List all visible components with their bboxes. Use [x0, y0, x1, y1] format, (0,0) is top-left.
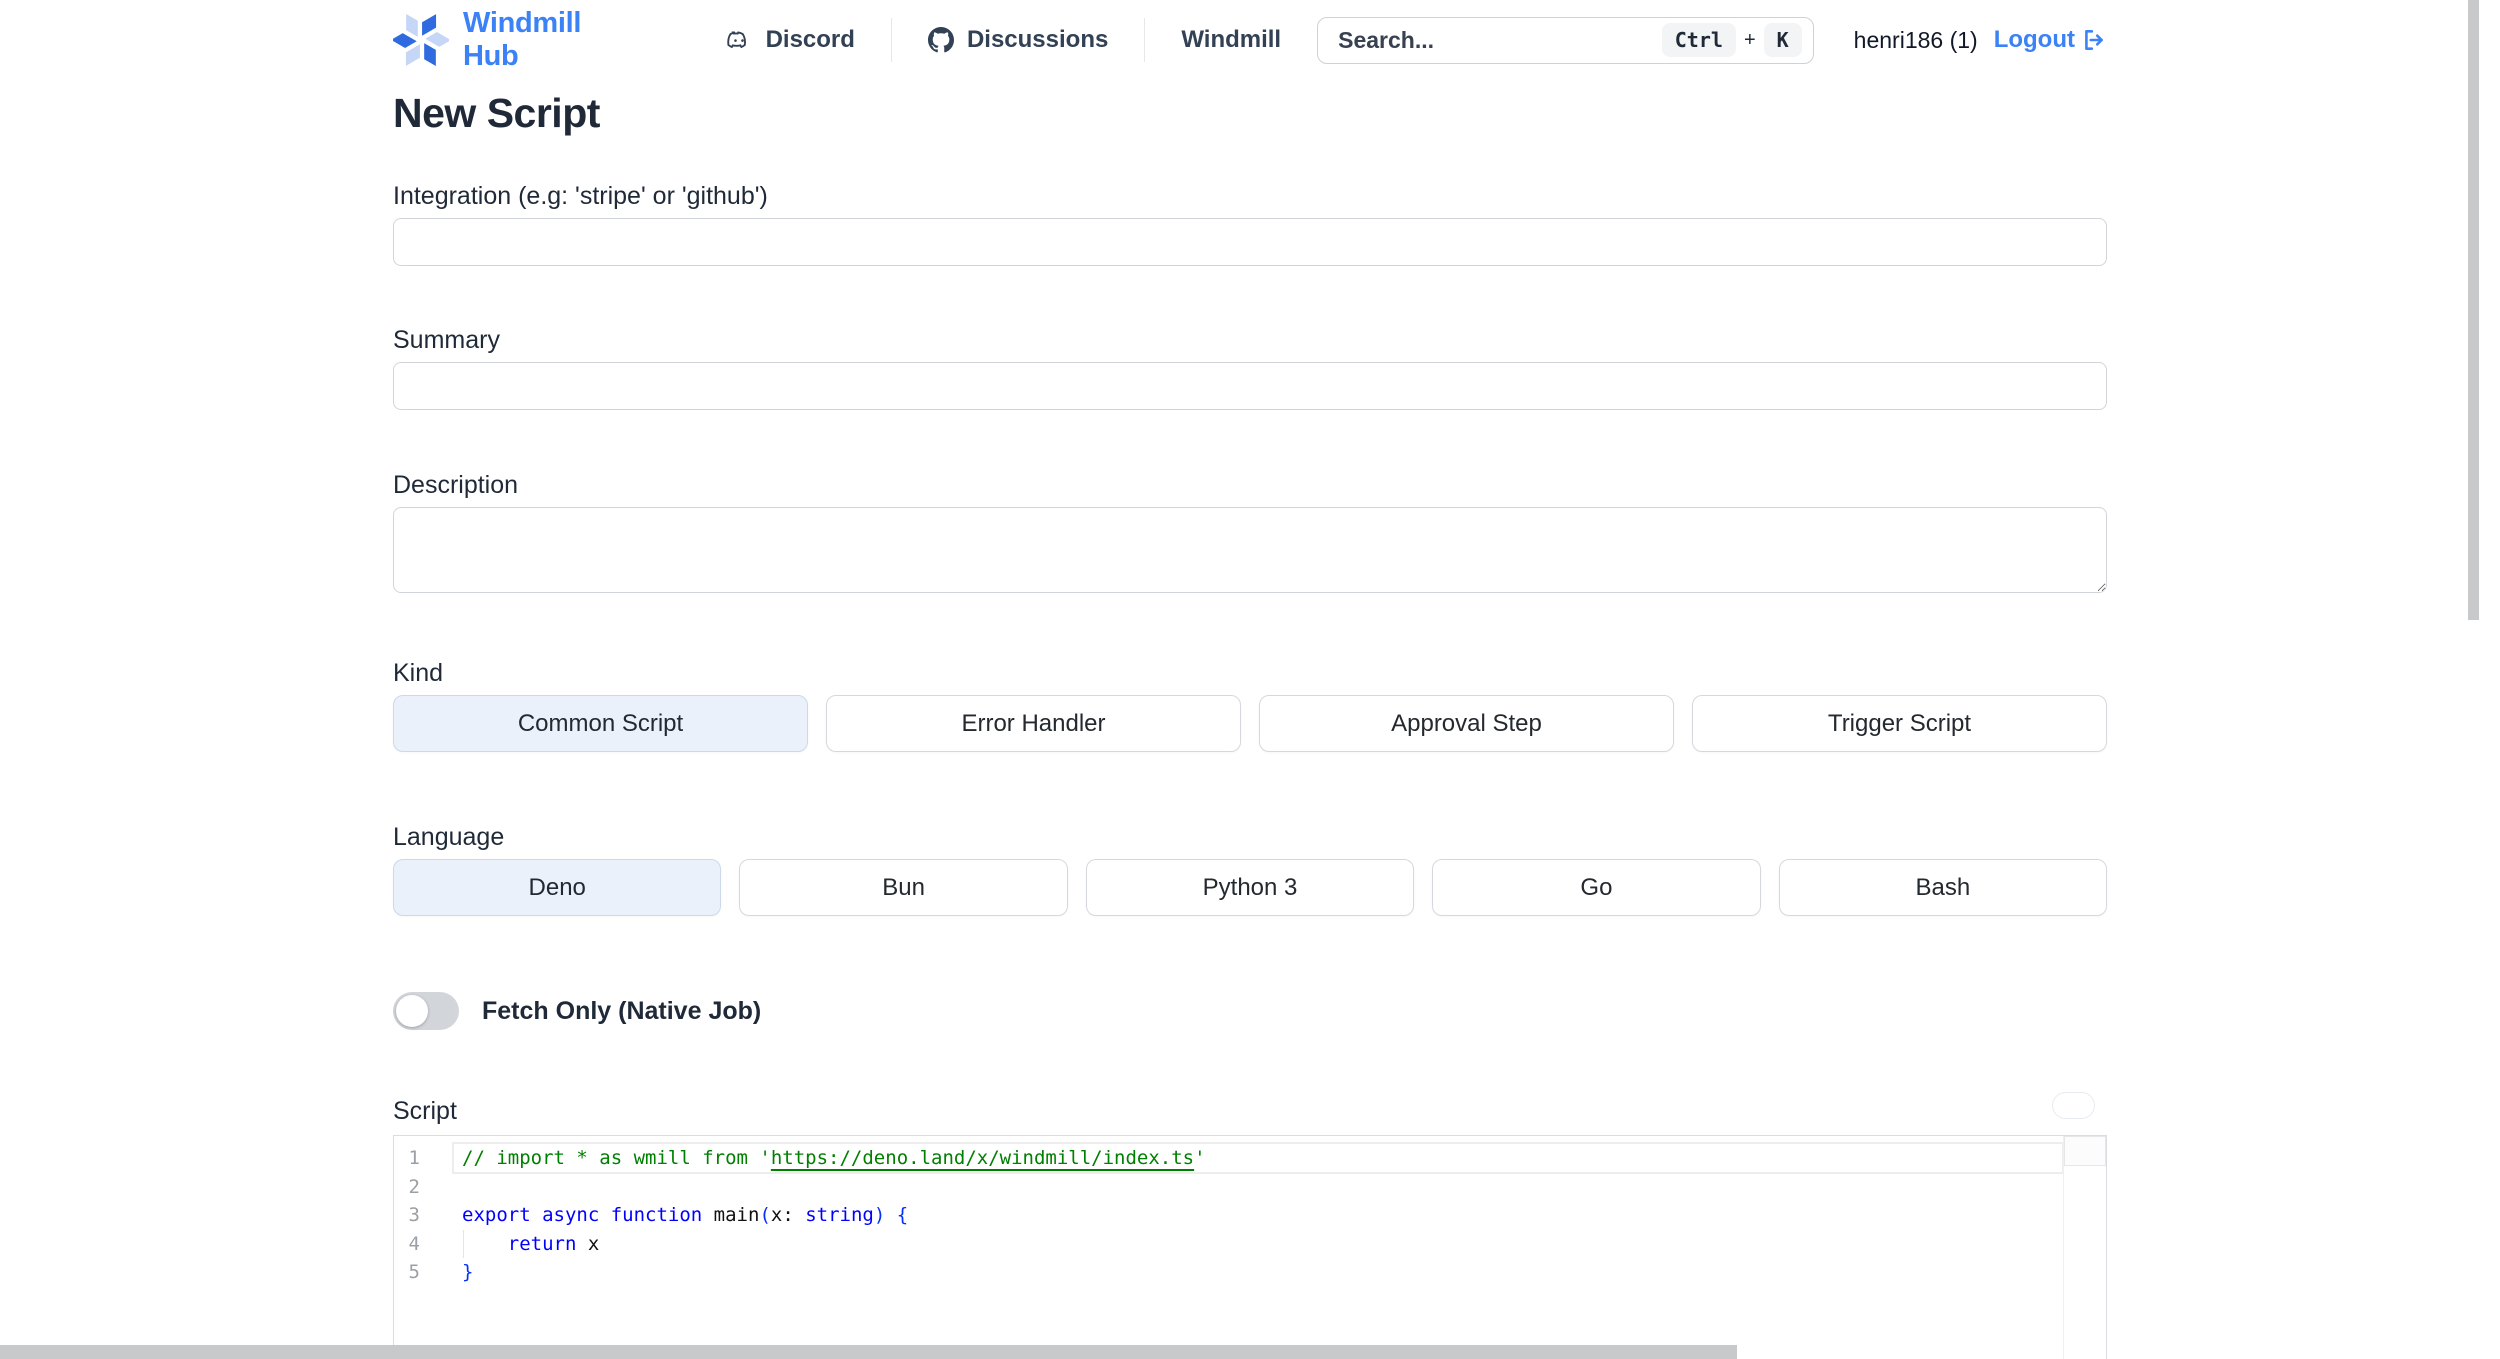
code-token: }: [462, 1261, 474, 1283]
code-token: {: [896, 1204, 909, 1226]
line-number: 1: [408, 1147, 420, 1169]
language-option-bun[interactable]: Bun: [739, 859, 1068, 916]
line-number: 2: [408, 1175, 420, 1198]
code-token: ): [873, 1204, 886, 1226]
vertical-scrollbar[interactable]: [2468, 0, 2479, 620]
integration-label: Integration (e.g: 'stripe' or 'github'): [393, 182, 768, 210]
code-token: x: [576, 1232, 600, 1255]
kind-option-error-handler[interactable]: Error Handler: [826, 695, 1241, 752]
language-label: Language: [393, 823, 505, 851]
page-title: New Script: [393, 90, 600, 136]
logout-button[interactable]: Logout: [1994, 26, 2107, 54]
language-field-group: Language Deno Bun Python 3 Go Bash: [393, 822, 2108, 916]
nav-item-discussions[interactable]: Discussions: [892, 26, 1144, 54]
header-nav: Discord Discussions Windmill: [689, 18, 1318, 62]
nav-discussions-label: Discussions: [966, 26, 1109, 53]
description-label: Description: [393, 471, 519, 499]
code-line-2: 2: [394, 1173, 2106, 1202]
code-line-4: 4 return x: [394, 1229, 2106, 1258]
nav-discord-label: Discord: [765, 26, 855, 53]
language-options: Deno Bun Python 3 Go Bash: [393, 859, 2108, 916]
code-line-1: 1 // import * as wmill from 'https://den…: [394, 1144, 2106, 1173]
code-token: export async function: [462, 1204, 714, 1226]
logout-icon: [2081, 27, 2107, 53]
description-textarea[interactable]: [393, 507, 2107, 593]
kind-option-approval-step[interactable]: Approval Step: [1259, 695, 1674, 752]
nav-windmill-label: Windmill: [1181, 26, 1282, 53]
code-token: main: [713, 1204, 760, 1226]
github-icon: [927, 27, 954, 53]
line-number: 5: [408, 1261, 420, 1283]
account-area: henri186 (1) Logout: [1854, 26, 2107, 54]
main-content: New Script Integration (e.g: 'stripe' or…: [393, 90, 2108, 1359]
fetch-only-row: Fetch Only (Native Job): [393, 992, 2107, 1030]
brand-title: Windmill Hub: [463, 7, 582, 72]
kind-label: Kind: [393, 659, 444, 687]
horizontal-scrollbar[interactable]: [0, 1345, 1737, 1359]
username-label: henri186 (1): [1853, 26, 1978, 53]
windmill-logo-icon: [393, 12, 449, 68]
kind-option-common-script[interactable]: Common Script: [393, 695, 808, 752]
kbd-k: K: [1763, 23, 1802, 57]
fetch-only-label: Fetch Only (Native Job): [482, 996, 762, 1025]
integration-field-group: Integration (e.g: 'stripe' or 'github'): [393, 181, 2107, 266]
kbd-plus: +: [1743, 28, 1756, 51]
indent-guide: [462, 1229, 464, 1258]
nav-item-windmill[interactable]: Windmill: [1145, 26, 1317, 54]
search-box: Ctrl + K: [1317, 16, 1814, 64]
line-number: 4: [408, 1232, 420, 1255]
toggle-knob: [396, 995, 428, 1027]
language-option-bash[interactable]: Bash: [1778, 859, 2108, 916]
code-token: (: [759, 1204, 771, 1226]
brand-link[interactable]: Windmill Hub: [393, 7, 605, 73]
language-option-deno[interactable]: Deno: [393, 859, 722, 916]
code-token: ': [1194, 1147, 1206, 1169]
fetch-only-toggle[interactable]: [393, 992, 459, 1030]
kind-option-trigger-script[interactable]: Trigger Script: [1692, 695, 2107, 752]
logout-label: Logout: [1993, 26, 2075, 53]
code-editor[interactable]: 1 // import * as wmill from 'https://den…: [393, 1135, 2107, 1359]
discord-icon: [725, 26, 753, 54]
line-number: 3: [408, 1204, 420, 1226]
code-token: x:: [770, 1204, 806, 1226]
script-field-group: Script 1 // import * as wmill from 'http…: [393, 1092, 2107, 1359]
search-shortcut: Ctrl + K: [1661, 23, 1802, 57]
summary-label: Summary: [393, 326, 500, 354]
language-option-go[interactable]: Go: [1432, 859, 1761, 916]
nav-item-discord[interactable]: Discord: [689, 26, 891, 54]
kind-field-group: Kind Common Script Error Handler Approva…: [393, 658, 2107, 752]
code-token: string: [805, 1204, 874, 1226]
code-token: // import * as wmill from ': [462, 1147, 771, 1169]
code-lines: 1 // import * as wmill from 'https://den…: [394, 1136, 2106, 1287]
kbd-ctrl: Ctrl: [1661, 23, 1736, 57]
summary-field-group: Summary: [393, 325, 2107, 410]
code-token: return: [507, 1232, 577, 1255]
code-link[interactable]: https://deno.land/x/windmill/index.ts: [771, 1147, 1194, 1169]
summary-input[interactable]: [393, 362, 2107, 410]
code-line-5: 5 }: [394, 1258, 2106, 1287]
header: Windmill Hub Discord Discussions Windmil…: [393, 0, 2107, 80]
code-line-3: 3 export async function main(x: string) …: [394, 1201, 2106, 1230]
editor-widget-pill[interactable]: [2052, 1092, 2095, 1119]
description-field-group: Description: [393, 470, 2107, 598]
integration-input[interactable]: [393, 218, 2107, 266]
language-option-python3[interactable]: Python 3: [1085, 859, 1415, 916]
script-label: Script: [393, 1097, 457, 1125]
kind-options: Common Script Error Handler Approval Ste…: [393, 695, 2107, 752]
